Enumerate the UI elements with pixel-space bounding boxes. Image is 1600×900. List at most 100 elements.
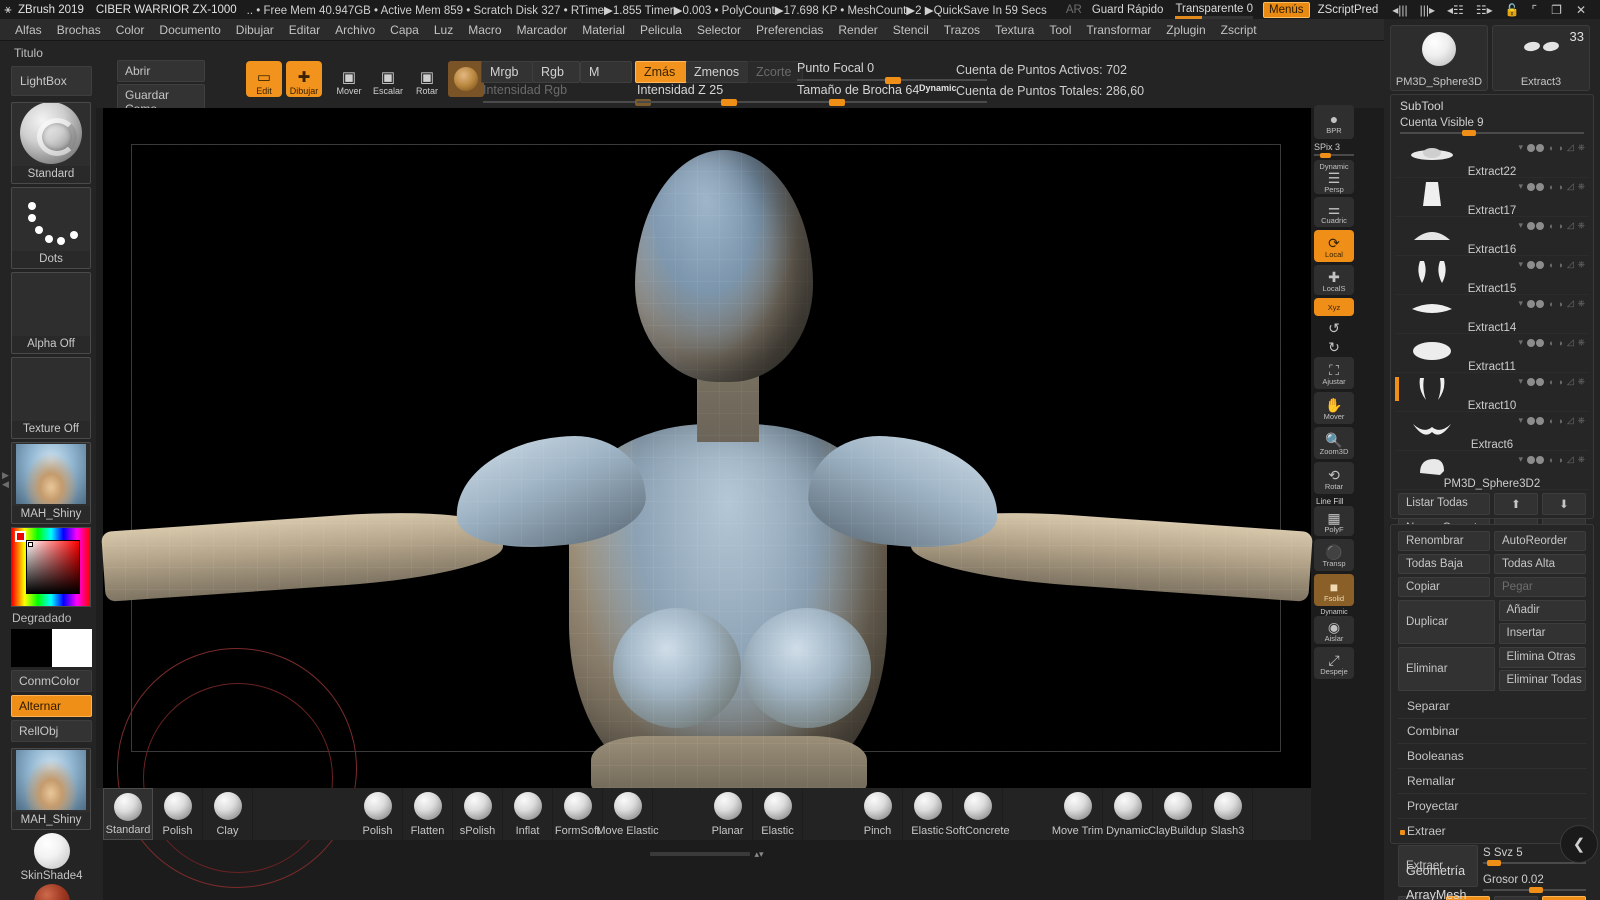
material2-slot[interactable]: MAH_Shiny <box>11 748 91 830</box>
copiar-button[interactable]: Copiar <box>1398 577 1490 597</box>
local-s-button[interactable]: ✚ LocalS <box>1314 265 1354 295</box>
zcorte-button[interactable]: Zcorte <box>747 61 803 83</box>
renombrar-button[interactable]: Renombrar <box>1398 531 1490 551</box>
fsolid-button[interactable]: ■ Fsolid <box>1314 574 1354 606</box>
tamano-brocha-knob[interactable] <box>829 99 845 106</box>
geometria-menu[interactable]: Geometría <box>1390 859 1465 883</box>
local-symmetry-button[interactable]: ⟳ Local <box>1314 230 1354 262</box>
polyframe-button[interactable]: ▦ PolyF <box>1314 506 1354 536</box>
subtool-visibility-controls[interactable]: ▾◖◑◿⎈ <box>1518 298 1585 309</box>
frame-fit-button[interactable]: ⛶ Ajustar <box>1314 357 1354 389</box>
menu-item-trazos[interactable]: Trazos <box>937 21 987 39</box>
menu-item-marcador[interactable]: Marcador <box>510 21 575 39</box>
zmas-button[interactable]: Zmás <box>635 61 687 83</box>
brush-item-polish2[interactable]: Polish <box>353 788 403 840</box>
menu-item-render[interactable]: Render <box>831 21 884 39</box>
brush-item-planar[interactable]: Planar <box>703 788 753 840</box>
subtool-row[interactable]: ▾◖◑◿⎈ PM3D_Sphere3D2 <box>1395 451 1589 490</box>
listar-todas-button[interactable]: Listar Todas <box>1398 493 1490 515</box>
menu-item-macro[interactable]: Macro <box>461 21 508 39</box>
menu-item-transformar[interactable]: Transformar <box>1079 21 1158 39</box>
brush-item-claybuildup[interactable]: ClayBuildup <box>1153 788 1203 840</box>
brush-item-pinch[interactable]: Pinch <box>853 788 903 840</box>
subtool-row[interactable]: ▾◖◑◿⎈ Extract15 <box>1395 256 1589 295</box>
brush-item-polish[interactable]: Polish <box>153 788 203 840</box>
zmenos-button[interactable]: Zmenos <box>686 61 748 83</box>
prev-window-icon[interactable]: ◂☷ <box>1447 3 1464 17</box>
cuenta-visible-slider[interactable]: Cuenta Visible 9 <box>1400 115 1584 135</box>
subtool-visibility-controls[interactable]: ▾◖◑◿⎈ <box>1518 454 1585 465</box>
rotate-mode-button[interactable]: ▣ Rotar <box>409 61 445 97</box>
dynamic-toggle[interactable]: Dynamic <box>919 83 957 93</box>
menu-item-zscript[interactable]: Zscript <box>1214 21 1264 39</box>
extraer-menu[interactable]: Extraer <box>1398 819 1586 843</box>
brush-item-move-elastic[interactable]: Move Elastic <box>603 788 653 840</box>
anadir-button[interactable]: Añadir <box>1499 600 1587 621</box>
xyz-button[interactable]: Xyz <box>1314 298 1354 316</box>
rgb-button[interactable]: Rgb <box>532 61 580 83</box>
mrgb-button[interactable]: Mrgb <box>481 61 533 83</box>
todas-baja-button[interactable]: Todas Baja <box>1398 554 1490 574</box>
brush-item-softconcrete[interactable]: SoftConcrete <box>953 788 1003 840</box>
pegar-button[interactable]: Pegar <box>1494 577 1586 597</box>
cuenta-visible-knob[interactable] <box>1462 130 1476 136</box>
undo-history-icon[interactable]: ↺ <box>1314 319 1354 335</box>
rellobj-button[interactable]: RellObj <box>11 720 92 742</box>
eliminar-button[interactable]: Eliminar <box>1398 647 1495 691</box>
subtool-visibility-controls[interactable]: ▾◖◑◿⎈ <box>1518 376 1585 387</box>
brush-item-dynamic[interactable]: Dynamic <box>1103 788 1153 840</box>
prev-tray-icon[interactable]: ◂||| <box>1392 3 1407 17</box>
subtool-row[interactable]: ▾◖◑◿⎈ Extract14 <box>1395 295 1589 334</box>
subtool-visibility-controls[interactable]: ▾◖◑◿⎈ <box>1518 181 1585 192</box>
grid-button[interactable]: ⚌ Cuadric <box>1314 197 1354 227</box>
minimize-icon[interactable]: ⌜ <box>1532 3 1538 17</box>
menu-item-documento[interactable]: Documento <box>152 21 227 39</box>
scroll-arrows-icon[interactable]: ▴▾ <box>754 849 763 860</box>
menu-item-editar[interactable]: Editar <box>282 21 327 39</box>
move-down-button[interactable]: ⬇ <box>1542 493 1586 515</box>
zoom3d-button[interactable]: 🔍 Zoom3D <box>1314 427 1354 459</box>
menu-item-alfas[interactable]: Alfas <box>8 21 49 39</box>
tray-collapse-button[interactable]: ❮ <box>1560 825 1598 863</box>
brush-item-spolish[interactable]: sPolish <box>453 788 503 840</box>
active-material-button[interactable] <box>448 61 484 97</box>
subtool-visibility-controls[interactable]: ▾◖◑◿⎈ <box>1518 220 1585 231</box>
bottom-scroll-indicator[interactable]: ▴▾ <box>103 845 1311 863</box>
alternar-button[interactable]: Alternar <box>11 695 92 717</box>
subtool-row-selected[interactable]: ▾◖◑◿⎈ Extract10 <box>1395 373 1589 412</box>
remallar-menu[interactable]: Remallar <box>1398 769 1586 794</box>
subtool-row[interactable]: ▾◖◑◿⎈ Extract16 <box>1395 217 1589 256</box>
next-tray-icon[interactable]: |||▸ <box>1420 3 1435 17</box>
stroke-slot[interactable]: Dots <box>11 187 91 269</box>
color-picker[interactable] <box>11 527 91 607</box>
scale-mode-button[interactable]: ▣ Escalar <box>370 61 406 97</box>
subtool-visibility-controls[interactable]: ▾◖◑◿⎈ <box>1518 415 1585 426</box>
transparent-slider[interactable]: Transparente 0 <box>1175 3 1253 17</box>
subtool-visibility-controls[interactable]: ▾◖◑◿⎈ <box>1518 337 1585 348</box>
intensidad-z-slider[interactable]: Intensidad Z 25 <box>637 83 819 100</box>
menu-item-pelicula[interactable]: Pelicula <box>633 21 689 39</box>
current-tool-slot[interactable]: PM3D_Sphere3D <box>1390 25 1488 91</box>
brush-item-inflat[interactable]: Inflat <box>503 788 553 840</box>
subtool-row[interactable]: ▾◖◑◿⎈ Extract11 <box>1395 334 1589 373</box>
isolate-button[interactable]: ◉ Aislar <box>1314 616 1354 644</box>
color-swatches[interactable] <box>11 629 92 667</box>
perspective-button[interactable]: Dynamic ☰ Persp <box>1314 160 1354 194</box>
matcap-material-item[interactable]: MatCap Red Wax <box>0 884 103 900</box>
booleanas-menu[interactable]: Booleanas <box>1398 744 1586 769</box>
canvas-area[interactable] <box>103 108 1311 788</box>
brush-item-clay[interactable]: Clay <box>203 788 253 840</box>
menus-toggle-button[interactable]: Menús <box>1263 2 1310 18</box>
eliminar-todas-button[interactable]: Eliminar Todas <box>1499 670 1587 691</box>
viewport-3d[interactable] <box>103 108 1311 788</box>
subtool-row[interactable]: ▾◖◑◿⎈ Extract22 <box>1395 139 1589 178</box>
brush-item-elastic[interactable]: Elastic <box>753 788 803 840</box>
intensidad-z-knob[interactable] <box>721 99 737 106</box>
elimina-otras-button[interactable]: Elimina Otras <box>1499 647 1587 668</box>
rotate-view-button[interactable]: ⟲ Rotar <box>1314 462 1354 494</box>
move-up-button[interactable]: ⬆ <box>1494 493 1538 515</box>
scroll-track[interactable] <box>650 852 750 856</box>
menu-item-capa[interactable]: Capa <box>383 21 426 39</box>
menu-item-luz[interactable]: Luz <box>427 21 460 39</box>
conmcolor-button[interactable]: ConmColor <box>11 670 92 692</box>
